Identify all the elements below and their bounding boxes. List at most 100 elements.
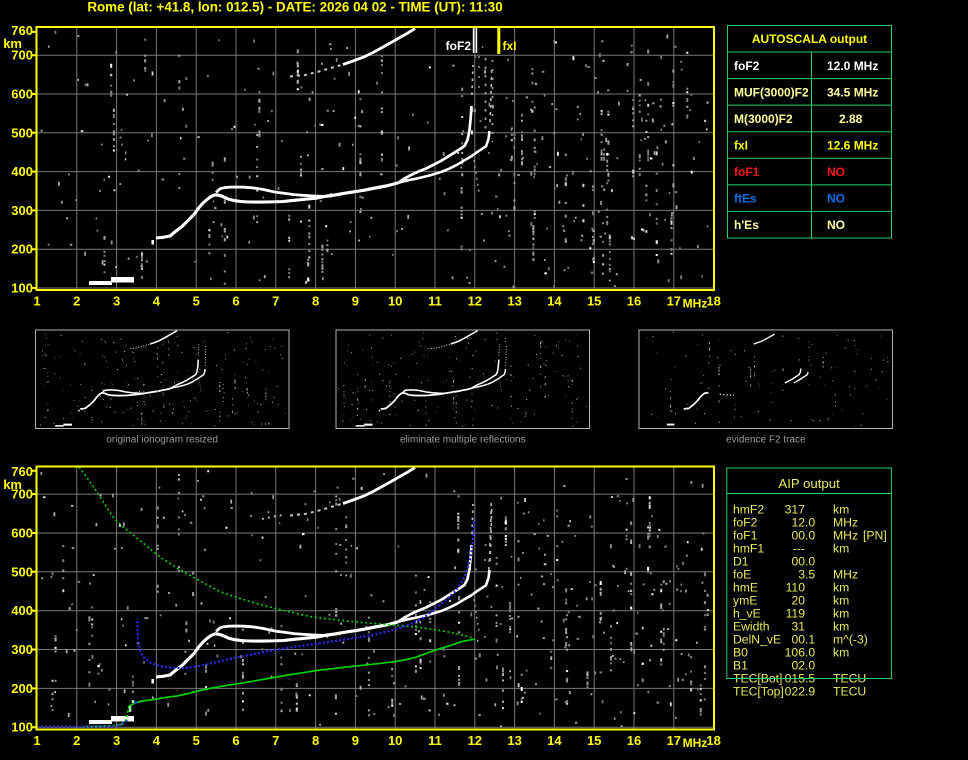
svg-text:6: 6 <box>232 733 239 748</box>
svg-text:.0: .0 <box>805 645 815 659</box>
svg-text:MHz: MHz <box>833 528 858 542</box>
svg-text:M(3000)F2: M(3000)F2 <box>734 112 793 126</box>
svg-text:9: 9 <box>352 294 359 309</box>
svg-text:34.5 MHz: 34.5 MHz <box>827 85 878 99</box>
svg-text:DelN_vE: DelN_vE <box>733 632 781 646</box>
svg-text:km: km <box>833 502 849 516</box>
svg-text:300: 300 <box>11 203 33 218</box>
svg-text:14: 14 <box>547 733 562 748</box>
svg-text:119: 119 <box>786 606 806 620</box>
svg-text:foE: foE <box>733 567 751 581</box>
svg-text:km: km <box>833 606 849 620</box>
svg-text:12.0 MHz: 12.0 MHz <box>827 59 878 73</box>
svg-text:17: 17 <box>667 294 681 309</box>
svg-text:h_vE: h_vE <box>733 606 761 620</box>
svg-text:200: 200 <box>11 681 33 696</box>
svg-text:NO: NO <box>827 192 845 206</box>
svg-text:13: 13 <box>507 733 521 748</box>
svg-text:original ionogram resized: original ionogram resized <box>106 435 218 446</box>
svg-text:300: 300 <box>11 642 33 657</box>
svg-text:km: km <box>833 619 849 633</box>
svg-text:3: 3 <box>113 733 120 748</box>
svg-text:.0: .0 <box>805 658 815 672</box>
svg-text:18: 18 <box>706 733 720 748</box>
svg-text:400: 400 <box>11 603 33 618</box>
svg-text:3: 3 <box>113 294 120 309</box>
svg-text:20: 20 <box>791 593 805 607</box>
svg-text:ymE: ymE <box>733 593 757 607</box>
svg-text:8: 8 <box>312 733 319 748</box>
svg-text:.0: .0 <box>805 528 815 542</box>
svg-text:m^(-3): m^(-3) <box>833 632 868 646</box>
svg-text:11: 11 <box>428 733 442 748</box>
svg-text:7: 7 <box>272 733 279 748</box>
svg-text:1: 1 <box>33 733 40 748</box>
svg-text:8: 8 <box>312 294 319 309</box>
svg-text:9: 9 <box>352 733 359 748</box>
svg-text:.5: .5 <box>805 567 815 581</box>
svg-text:16: 16 <box>627 733 641 748</box>
svg-text:evidence F2 trace: evidence F2 trace <box>726 435 806 446</box>
svg-text:Rome (lat: +41.8, lon: 012.5): Rome (lat: +41.8, lon: 012.5) - DATE: 20… <box>87 0 502 15</box>
svg-text:NO: NO <box>827 218 845 232</box>
svg-text:.0: .0 <box>805 554 815 568</box>
svg-text:022: 022 <box>785 684 806 698</box>
svg-text:2: 2 <box>73 733 80 748</box>
svg-text:11: 11 <box>428 294 442 309</box>
svg-text:6: 6 <box>232 294 239 309</box>
svg-text:100: 100 <box>11 281 33 296</box>
svg-text:700: 700 <box>11 487 33 502</box>
svg-text:500: 500 <box>11 564 33 579</box>
svg-text:02: 02 <box>791 658 805 672</box>
svg-text:hmF1: hmF1 <box>733 541 764 555</box>
svg-text:110: 110 <box>786 580 806 594</box>
svg-text:ftEs: ftEs <box>734 192 757 206</box>
svg-text:D1: D1 <box>733 554 749 568</box>
svg-text:200: 200 <box>11 242 33 257</box>
svg-text:AUTOSCALA output: AUTOSCALA output <box>752 32 867 46</box>
svg-text:.0: .0 <box>805 515 815 529</box>
svg-text:12.6 MHz: 12.6 MHz <box>827 139 878 153</box>
svg-text:.9: .9 <box>805 684 815 698</box>
svg-text:km: km <box>833 593 849 607</box>
svg-text:600: 600 <box>11 87 33 102</box>
svg-text:fxI: fxI <box>503 39 517 53</box>
svg-text:km: km <box>833 580 849 594</box>
svg-text:13: 13 <box>507 294 521 309</box>
svg-text:400: 400 <box>11 164 33 179</box>
svg-text:MUF(3000)F2: MUF(3000)F2 <box>734 85 809 99</box>
svg-text:hmF2: hmF2 <box>733 502 764 516</box>
svg-text:---: --- <box>793 541 805 555</box>
svg-text:600: 600 <box>11 526 33 541</box>
svg-text:1: 1 <box>33 294 40 309</box>
svg-text:B1: B1 <box>733 658 748 672</box>
svg-text:foF1: foF1 <box>733 528 758 542</box>
svg-text:foF2: foF2 <box>734 59 760 73</box>
svg-text:15: 15 <box>587 294 601 309</box>
svg-text:NO: NO <box>827 165 845 179</box>
svg-text:14: 14 <box>547 294 562 309</box>
svg-text:AIP output: AIP output <box>778 476 840 491</box>
svg-text:MHz: MHz <box>683 297 708 311</box>
svg-text:317: 317 <box>785 502 806 516</box>
svg-text:TECU: TECU <box>833 684 866 698</box>
svg-text:eliminate multiple reflections: eliminate multiple reflections <box>400 435 526 446</box>
svg-text:2.88: 2.88 <box>839 112 863 126</box>
svg-text:MHz: MHz <box>833 567 858 581</box>
svg-text:[PN]: [PN] <box>863 528 887 542</box>
svg-text:MHz: MHz <box>683 736 708 750</box>
svg-text:fxI: fxI <box>734 139 748 153</box>
svg-text:.1: .1 <box>805 632 815 646</box>
svg-text:2: 2 <box>73 294 80 309</box>
svg-text:h'Es: h'Es <box>734 218 759 232</box>
svg-text:7: 7 <box>272 294 279 309</box>
svg-text:16: 16 <box>627 294 641 309</box>
svg-text:12: 12 <box>791 515 805 529</box>
svg-text:km: km <box>833 645 849 659</box>
svg-text:foF2: foF2 <box>446 39 472 53</box>
svg-text:4: 4 <box>153 294 161 309</box>
svg-text:700: 700 <box>11 48 33 63</box>
svg-text:12: 12 <box>468 733 482 748</box>
svg-text:00: 00 <box>791 554 805 568</box>
svg-text:18: 18 <box>706 294 720 309</box>
